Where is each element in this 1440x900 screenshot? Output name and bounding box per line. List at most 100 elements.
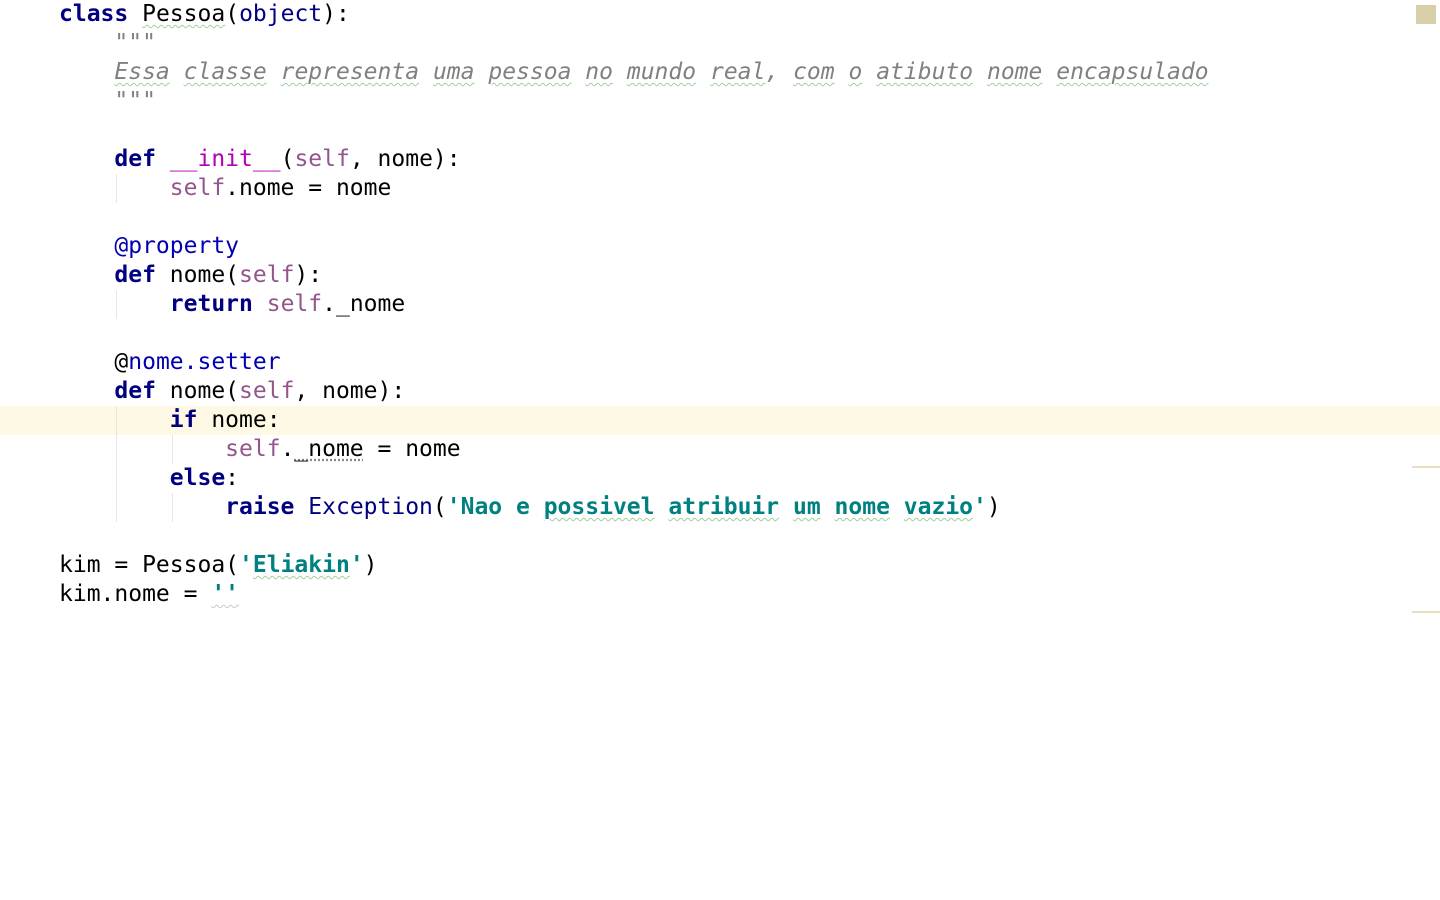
code-token: self: [294, 146, 350, 172]
code-token: return: [169, 291, 253, 317]
code-token: :: [225, 465, 240, 491]
indent-guide: [172, 435, 173, 464]
code-token: nome(: [155, 262, 240, 288]
code-line-text: self._nome = nome: [59, 435, 460, 464]
code-line[interactable]: [0, 116, 1440, 145]
code-token: '': [211, 581, 240, 607]
code-token: class: [59, 1, 129, 27]
code-line[interactable]: def nome(self, nome):: [0, 377, 1440, 406]
code-line-text: if nome:: [59, 406, 281, 435]
code-token: self: [239, 262, 295, 288]
code-line[interactable]: """: [0, 87, 1440, 116]
code-line[interactable]: self._nome = nome: [0, 435, 1440, 464]
code-token: pessoa: [488, 59, 572, 85]
code-line[interactable]: @property: [0, 232, 1440, 261]
code-line-text: kim.nome = '': [59, 580, 239, 609]
code-line[interactable]: """: [0, 29, 1440, 58]
code-line-text: def nome(self, nome):: [59, 377, 405, 406]
code-line[interactable]: @nome.setter: [0, 348, 1440, 377]
code-line-text: self.nome = nome: [59, 174, 392, 203]
code-line[interactable]: [0, 203, 1440, 232]
code-line[interactable]: self.nome = nome: [0, 174, 1440, 203]
code-line[interactable]: def nome(self):: [0, 261, 1440, 290]
code-token: , nome):: [294, 378, 406, 404]
code-token: atribuir: [668, 494, 780, 520]
code-token: nome:: [197, 407, 281, 433]
code-token: __init__: [169, 146, 281, 172]
code-token: def: [114, 146, 156, 172]
code-token: com: [793, 59, 835, 85]
code-line-text: """: [59, 87, 156, 116]
scrollbar-mark[interactable]: [1412, 611, 1440, 613]
code-line[interactable]: kim.nome = '': [0, 580, 1440, 609]
code-token: ,: [765, 59, 794, 85]
code-token: """: [59, 30, 156, 56]
code-line-text: return self._nome: [59, 290, 405, 319]
code-token: o: [848, 59, 863, 85]
code-token: object: [239, 1, 323, 27]
code-token: no: [585, 59, 613, 85]
indent-guide: [116, 406, 117, 522]
code-line-text: def nome(self):: [59, 261, 322, 290]
code-line-text: else:: [59, 464, 239, 493]
code-token: 'Nao e: [446, 494, 544, 520]
code-token: ._nome: [322, 291, 406, 317]
code-editor[interactable]: class Pessoa(object): """ Essa classe re…: [0, 0, 1440, 900]
code-line-text: def __init__(self, nome):: [59, 145, 460, 174]
code-token: encapsulado: [1056, 59, 1209, 85]
code-token: atibuto: [876, 59, 974, 85]
code-token: kim = Pessoa(: [59, 552, 240, 578]
code-token: kim.nome =: [59, 581, 212, 607]
code-line[interactable]: return self._nome: [0, 290, 1440, 319]
code-line[interactable]: if nome:: [0, 406, 1440, 435]
code-token: nome.setter: [128, 349, 281, 375]
code-token: self: [225, 436, 281, 462]
code-token: @: [59, 349, 129, 375]
indent-guide: [116, 174, 117, 203]
code-line[interactable]: [0, 522, 1440, 551]
code-line[interactable]: raise Exception('Nao e possivel atribuir…: [0, 493, 1440, 522]
code-token: else: [169, 465, 226, 491]
code-token: nome(: [155, 378, 240, 404]
code-line[interactable]: Essa classe representa uma pessoa no mun…: [0, 58, 1440, 87]
code-token: mundo: [626, 59, 697, 85]
code-token: nome: [834, 494, 890, 520]
code-line[interactable]: kim = Pessoa('Eliakin'): [0, 551, 1440, 580]
code-token: self: [169, 175, 226, 201]
code-line[interactable]: def __init__(self, nome):: [0, 145, 1440, 174]
code-token: ):: [322, 1, 350, 27]
code-token: ): [986, 494, 1001, 520]
code-token: Essa: [114, 59, 170, 85]
code-token: _nome: [294, 436, 364, 462]
code-token: vazio: [903, 494, 974, 520]
code-line[interactable]: else:: [0, 464, 1440, 493]
code-token: um: [792, 494, 821, 520]
code-token: if: [169, 407, 198, 433]
code-token: .: [280, 436, 295, 462]
code-token: .nome = nome: [225, 175, 392, 201]
code-line[interactable]: [0, 319, 1440, 348]
code-line[interactable]: class Pessoa(object):: [0, 0, 1440, 29]
code-line-text: @property: [59, 232, 239, 261]
